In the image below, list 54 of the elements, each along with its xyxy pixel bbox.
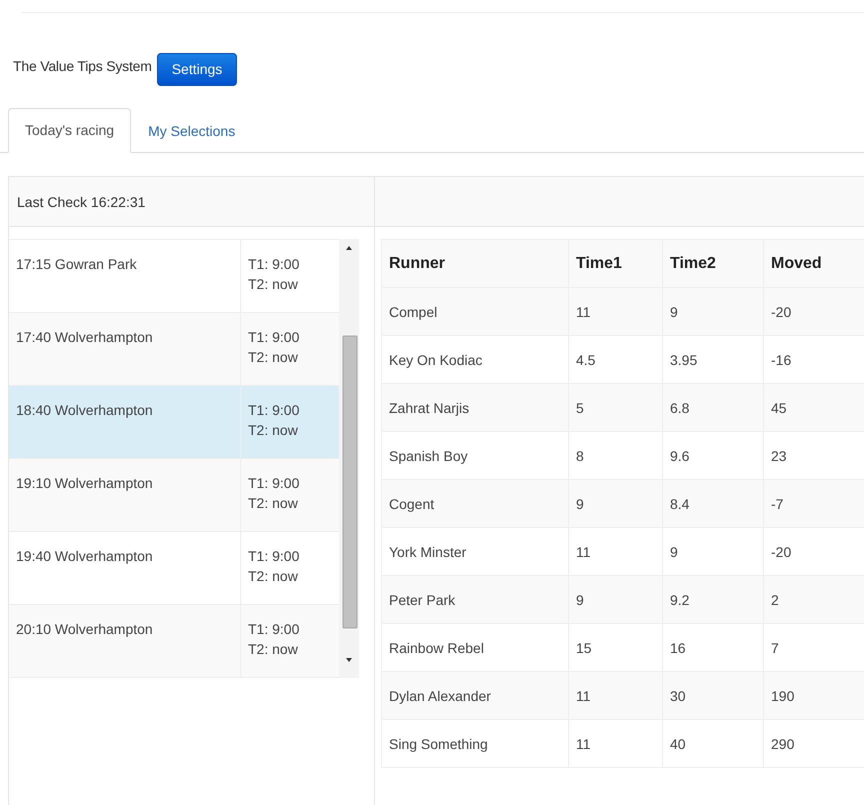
race-row[interactable]: 17:40 Wolverhampton T1: 9:00 T2: now <box>9 313 339 386</box>
table-cell: 11 <box>568 672 662 720</box>
table-cell: 8.4 <box>662 480 764 528</box>
table-cell: Peter Park <box>382 576 568 624</box>
table-cell: 5 <box>568 384 662 432</box>
time-one: T1: 9:00 <box>248 547 300 566</box>
tab[interactable]: My Selections <box>131 109 252 153</box>
app-title: The Value Tips System <box>13 58 152 74</box>
race-row[interactable]: 19:10 Wolverhampton T1: 9:00 T2: now <box>9 459 339 532</box>
race-row[interactable]: 20:10 Wolverhampton T1: 9:00 T2: now <box>9 605 339 678</box>
column-header: Moved <box>764 240 864 288</box>
table-cell: 6.8 <box>662 384 764 432</box>
time-two: T2: now <box>248 567 299 586</box>
table-cell: 190 <box>764 672 864 720</box>
time-one: T1: 9:00 <box>248 620 300 639</box>
race-name: 18:40 Wolverhampton <box>15 401 154 420</box>
time-two: T2: now <box>248 640 299 659</box>
race-name: 19:40 Wolverhampton <box>15 547 154 566</box>
tab[interactable]: Today's racing <box>8 108 132 153</box>
table-cell: 9 <box>568 576 662 624</box>
table-cell: Zahrat Narjis <box>382 384 568 432</box>
table-cell: Compel <box>382 288 568 336</box>
time-two: T2: now <box>248 275 299 294</box>
time-one: T1: 9:00 <box>248 255 300 274</box>
table-cell: Dylan Alexander <box>382 672 568 720</box>
time-one: T1: 9:00 <box>248 474 300 493</box>
time-two: T2: now <box>248 348 299 367</box>
race-name: 19:10 Wolverhampton <box>15 474 154 493</box>
table-cell: 9 <box>662 288 764 336</box>
table-cell: Sing Something <box>382 720 568 768</box>
table-cell: Cogent <box>382 480 568 528</box>
table-cell: 45 <box>764 384 864 432</box>
column-header: Time1 <box>568 240 662 288</box>
race-name: 17:15 Gowran Park <box>15 255 138 274</box>
time-two: T2: now <box>248 494 299 513</box>
table-cell: 11 <box>568 288 662 336</box>
table-cell: 9 <box>568 480 662 528</box>
last-check-text: Last Check 16:22:31 <box>9 177 375 226</box>
race-name: 20:10 Wolverhampton <box>15 620 154 639</box>
table-cell: -20 <box>764 288 864 336</box>
table-cell: -7 <box>764 480 864 528</box>
table-cell: 2 <box>764 576 864 624</box>
table-cell: 9.2 <box>662 576 764 624</box>
race-row[interactable]: 18:40 Wolverhampton T1: 9:00 T2: now <box>9 386 339 459</box>
table-cell: 30 <box>662 672 764 720</box>
table-cell: 11 <box>568 720 662 768</box>
table-cell: 40 <box>662 720 764 768</box>
time-two: T2: now <box>248 421 299 440</box>
race-name: 17:40 Wolverhampton <box>15 328 154 347</box>
time-one: T1: 9:00 <box>248 328 300 347</box>
column-header: Runner <box>382 240 568 288</box>
time-one: T1: 9:00 <box>248 401 300 420</box>
settings-button[interactable]: Settings <box>156 52 238 86</box>
column-header: Time2 <box>662 240 764 288</box>
